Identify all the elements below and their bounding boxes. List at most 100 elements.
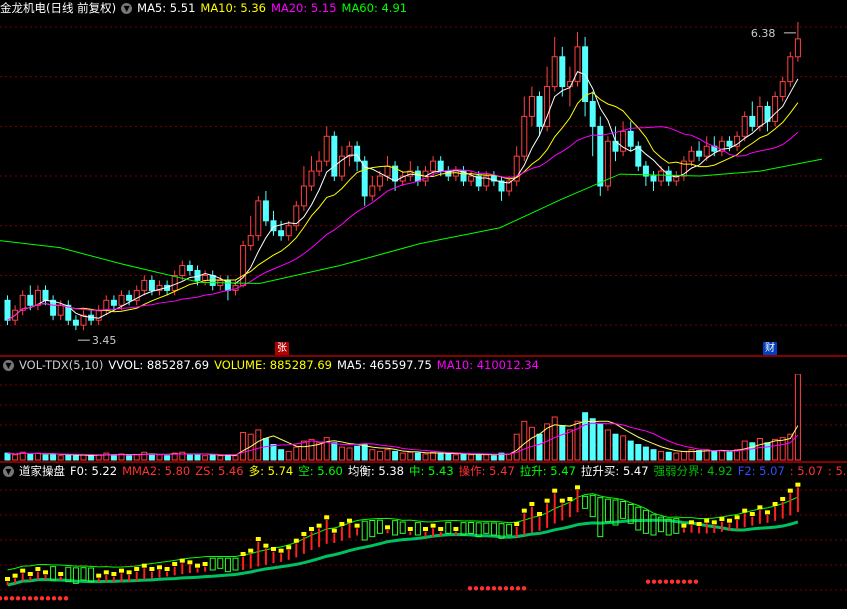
support-dot [687, 579, 693, 584]
indicator-box-bear [217, 557, 224, 569]
daojia-item-6: 中: 5.43 [409, 464, 454, 478]
indicator-block-bull [27, 572, 33, 576]
support-dot [27, 596, 33, 601]
indicator-block-bull [202, 562, 208, 566]
candle-body [354, 145, 361, 162]
volume-bar [156, 454, 163, 461]
volume-bar [270, 444, 277, 461]
indicator-block-bull [567, 497, 573, 501]
candle-body [787, 56, 794, 83]
support-dot [63, 596, 69, 601]
support-dot [9, 596, 15, 601]
indicator-block-bull [43, 570, 48, 575]
indicator-block-bull [347, 518, 352, 523]
indicator-box-bear [483, 522, 490, 534]
daojia-item-13: : 5.07 [827, 464, 847, 478]
indicator-box-bear [399, 521, 406, 534]
candle-body [551, 56, 558, 88]
volume-bar [300, 440, 307, 461]
volume-bar [620, 435, 627, 461]
support-dot [51, 596, 57, 601]
candle-body [468, 175, 475, 182]
indicator-block-bull [430, 523, 436, 528]
chevron-down-icon[interactable]: ▼ [3, 360, 14, 371]
volume-bar [209, 454, 216, 461]
support-dot [651, 579, 657, 584]
indicator-block-bull [742, 508, 748, 513]
stock-chart[interactable]: 6.38 3.45 [0, 0, 847, 609]
candle-body [103, 299, 110, 311]
indicator-block-bull [787, 488, 793, 493]
volume-bar [468, 454, 475, 461]
candle-body [110, 299, 117, 306]
chevron-down-icon[interactable]: ▼ [121, 3, 133, 14]
candle-body [369, 185, 376, 197]
volume-bar [566, 429, 573, 461]
indicator-block-bull [141, 563, 147, 568]
main-chart-header: 金龙机电(日线 前复权) ▼ MA5: 5.51 MA10: 5.36 MA20: 5.… [0, 0, 847, 17]
chevron-down-icon[interactable]: ▼ [3, 466, 14, 477]
indicator-block-bull [271, 547, 276, 551]
volume-bar [217, 455, 224, 461]
indicator-block-bull [309, 527, 314, 531]
volume-bar [673, 452, 680, 461]
volume-bar [42, 454, 49, 461]
limit-up-marker[interactable]: 张 [275, 342, 289, 355]
indicator-block-bull [407, 527, 413, 531]
volume-bar [726, 450, 733, 461]
ma5-line [7, 71, 799, 321]
volume-bar [513, 433, 520, 461]
volume-bar [4, 452, 11, 461]
volume-bar [718, 450, 725, 461]
candle-body [72, 319, 79, 326]
volume-indicator-name[interactable]: VOL-TDX(5,10) [19, 358, 103, 372]
volume-ma10-line [7, 422, 799, 456]
volume-bar [528, 426, 535, 461]
support-dot [515, 586, 521, 591]
candle-body [179, 265, 186, 276]
indicator-block-bull [5, 577, 10, 581]
indicator-box-bear [650, 514, 657, 536]
candle-body [756, 105, 763, 127]
indicator-block-bull [293, 538, 299, 543]
volume-bar [133, 454, 140, 461]
volume-bar [338, 446, 345, 461]
indicator-block-bull [255, 537, 261, 541]
ma-indicator-2: MA20: 5.15 [270, 1, 337, 15]
indicator-block-bull [172, 562, 178, 566]
volume-bar [12, 454, 19, 461]
support-dot [3, 596, 9, 601]
volume-bar [34, 452, 41, 461]
indicator-block-bull [103, 570, 109, 575]
candle-body [247, 235, 254, 247]
indicator-block-bull [529, 502, 535, 506]
candle-body [536, 96, 543, 127]
indicator-box-bear [468, 522, 475, 534]
indicator-block-bull [316, 523, 322, 528]
volume-bar [354, 445, 361, 461]
candle-body [741, 115, 748, 137]
stock-title[interactable]: 金龙机电(日线 前复权) [0, 1, 116, 15]
candle-body [316, 160, 323, 172]
indicator-name[interactable]: 道家操盘 [19, 464, 65, 478]
finance-marker[interactable]: 财 [763, 342, 777, 355]
indicator-block-bull [537, 512, 542, 516]
indicator-block-bull [780, 497, 786, 501]
indicator-box-bear [445, 521, 452, 534]
indicator-box-bear [506, 523, 513, 536]
candle-body [528, 96, 535, 117]
candle-body [688, 150, 695, 162]
volume-bar [460, 453, 467, 461]
daojia-item-8: 拉升: 5.47 [519, 464, 576, 478]
indicator-block-bull [187, 560, 193, 565]
volume-bar [658, 450, 665, 461]
candle-body [171, 274, 178, 291]
volume-bar [574, 420, 581, 461]
volume-bar [255, 429, 262, 461]
volume-bar [779, 437, 786, 461]
candle-body [726, 140, 733, 147]
volume-bar [72, 455, 79, 461]
support-dot [39, 596, 45, 601]
candle-body [148, 279, 155, 291]
indicator-box-bear [620, 501, 627, 519]
